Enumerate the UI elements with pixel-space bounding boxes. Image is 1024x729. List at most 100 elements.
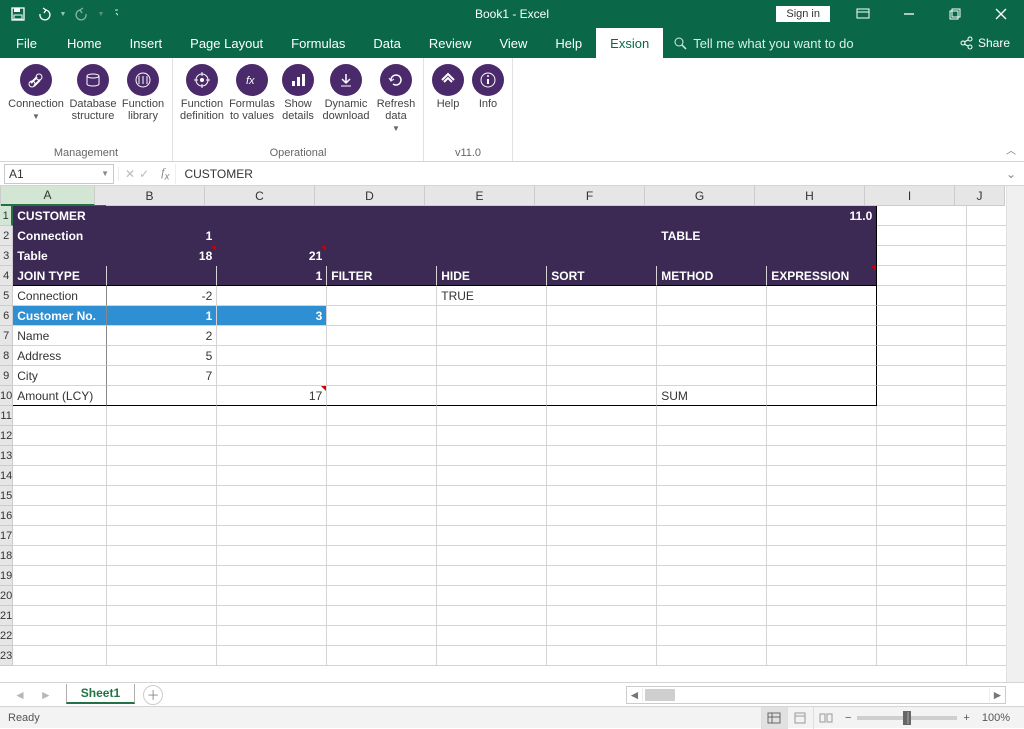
tell-me-search[interactable]: Tell me what you want to do: [663, 28, 863, 58]
cell-G14[interactable]: [657, 466, 767, 486]
cell-J9[interactable]: [967, 366, 1006, 386]
cell-B5[interactable]: -2: [107, 286, 217, 306]
cell-B13[interactable]: [107, 446, 217, 466]
cell-F19[interactable]: [547, 566, 657, 586]
cell-J18[interactable]: [967, 546, 1006, 566]
cell-C10[interactable]: 17: [217, 386, 327, 406]
cell-C22[interactable]: [217, 626, 327, 646]
database-structure-button[interactable]: Database structure: [68, 60, 118, 145]
refresh-data-button[interactable]: Refresh data ▼: [373, 60, 419, 145]
row-header-18[interactable]: 18: [0, 546, 13, 566]
row-header-19[interactable]: 19: [0, 566, 13, 586]
column-header-H[interactable]: H: [755, 186, 865, 206]
cell-I15[interactable]: [877, 486, 967, 506]
cell-J22[interactable]: [967, 626, 1006, 646]
cell-E14[interactable]: [437, 466, 547, 486]
row-header-23[interactable]: 23: [0, 646, 13, 666]
cell-A21[interactable]: [13, 606, 107, 626]
cell-B4[interactable]: [107, 266, 217, 286]
cell-H16[interactable]: [767, 506, 877, 526]
zoom-in-button[interactable]: +: [963, 712, 969, 724]
cell-A16[interactable]: [13, 506, 107, 526]
horizontal-scrollbar[interactable]: ◄ ►: [626, 686, 1006, 704]
cell-C16[interactable]: [217, 506, 327, 526]
cell-E3[interactable]: [437, 246, 547, 266]
cell-D3[interactable]: [327, 246, 437, 266]
cell-E9[interactable]: [437, 366, 547, 386]
cell-A5[interactable]: Connection: [13, 286, 107, 306]
cell-E4[interactable]: HIDE: [437, 266, 547, 286]
cell-B12[interactable]: [107, 426, 217, 446]
cell-D22[interactable]: [327, 626, 437, 646]
help-button[interactable]: Help: [428, 60, 468, 145]
row-header-2[interactable]: 2: [0, 226, 13, 246]
scroll-thumb[interactable]: [645, 689, 675, 701]
tab-view[interactable]: View: [485, 28, 541, 58]
row-header-16[interactable]: 16: [0, 506, 13, 526]
cell-H18[interactable]: [767, 546, 877, 566]
tab-page-layout[interactable]: Page Layout: [176, 28, 277, 58]
redo-button[interactable]: [70, 3, 94, 25]
cell-E12[interactable]: [437, 426, 547, 446]
cell-G17[interactable]: [657, 526, 767, 546]
cell-J14[interactable]: [967, 466, 1006, 486]
cell-F12[interactable]: [547, 426, 657, 446]
row-header-1[interactable]: 1: [0, 206, 13, 226]
cell-J8[interactable]: [967, 346, 1006, 366]
cell-J2[interactable]: [967, 226, 1006, 246]
cell-H11[interactable]: [767, 406, 877, 426]
cell-I7[interactable]: [877, 326, 967, 346]
cell-A15[interactable]: [13, 486, 107, 506]
row-header-17[interactable]: 17: [0, 526, 13, 546]
cell-I1[interactable]: [877, 206, 967, 226]
close-button[interactable]: [978, 0, 1024, 28]
new-sheet-button[interactable]: ＋: [143, 685, 163, 705]
cell-C17[interactable]: [217, 526, 327, 546]
cell-E17[interactable]: [437, 526, 547, 546]
row-header-7[interactable]: 7: [0, 326, 13, 346]
row-header-22[interactable]: 22: [0, 626, 13, 646]
cell-F2[interactable]: [547, 226, 657, 246]
cell-I9[interactable]: [877, 366, 967, 386]
dynamic-download-button[interactable]: Dynamic download: [319, 60, 373, 145]
cell-E8[interactable]: [437, 346, 547, 366]
cell-I13[interactable]: [877, 446, 967, 466]
cell-B15[interactable]: [107, 486, 217, 506]
function-library-button[interactable]: Function library: [118, 60, 168, 145]
cell-G3[interactable]: [657, 246, 767, 266]
cell-F18[interactable]: [547, 546, 657, 566]
cell-B9[interactable]: 7: [107, 366, 217, 386]
cell-C18[interactable]: [217, 546, 327, 566]
cell-B11[interactable]: [107, 406, 217, 426]
cell-A1[interactable]: CUSTOMER: [13, 206, 107, 226]
cell-J3[interactable]: [967, 246, 1006, 266]
cell-H13[interactable]: [767, 446, 877, 466]
cell-A6[interactable]: Customer No.: [13, 306, 107, 326]
cell-H2[interactable]: [767, 226, 877, 246]
column-header-I[interactable]: I: [865, 186, 955, 206]
cell-D7[interactable]: [327, 326, 437, 346]
info-button[interactable]: Info: [468, 60, 508, 145]
cell-A13[interactable]: [13, 446, 107, 466]
cell-A10[interactable]: Amount (LCY): [13, 386, 107, 406]
share-button[interactable]: Share: [945, 28, 1024, 58]
cell-C11[interactable]: [217, 406, 327, 426]
cell-B18[interactable]: [107, 546, 217, 566]
undo-dropdown[interactable]: ▼: [58, 11, 68, 18]
cell-I5[interactable]: [877, 286, 967, 306]
cell-F5[interactable]: [547, 286, 657, 306]
enter-icon[interactable]: ✓: [139, 167, 149, 181]
cell-H9[interactable]: [767, 366, 877, 386]
cell-E2[interactable]: [437, 226, 547, 246]
normal-view-button[interactable]: [761, 707, 787, 729]
cell-D23[interactable]: [327, 646, 437, 666]
cell-C12[interactable]: [217, 426, 327, 446]
cell-E19[interactable]: [437, 566, 547, 586]
cell-E18[interactable]: [437, 546, 547, 566]
cell-B2[interactable]: 1: [107, 226, 217, 246]
cell-C8[interactable]: [217, 346, 327, 366]
cell-I17[interactable]: [877, 526, 967, 546]
save-button[interactable]: [6, 3, 30, 25]
cell-G8[interactable]: [657, 346, 767, 366]
cell-F4[interactable]: SORT: [547, 266, 657, 286]
